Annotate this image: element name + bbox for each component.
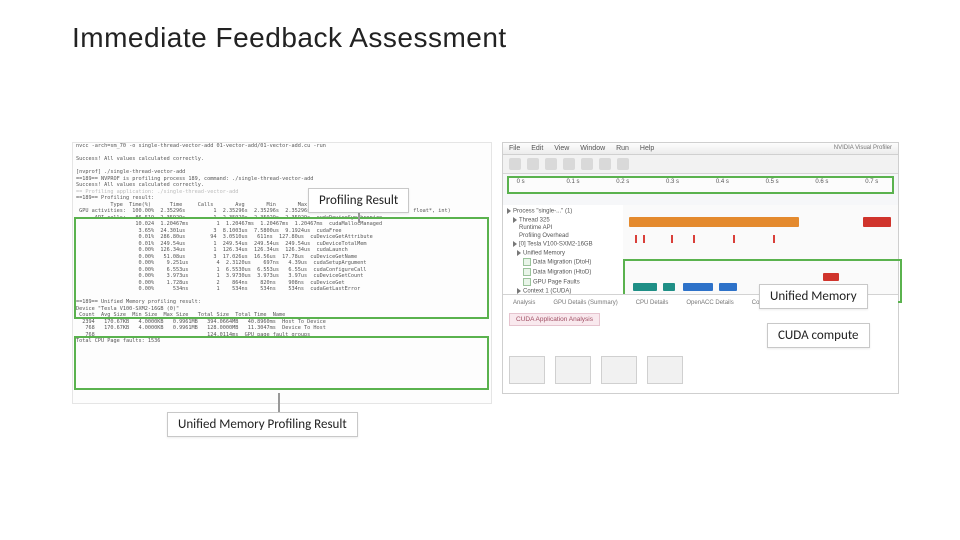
- callout-unified-memory: Unified Memory: [759, 284, 868, 309]
- toolbar-icon: [563, 158, 575, 170]
- bar-overhead: [863, 217, 891, 227]
- menu-item: Edit: [531, 145, 543, 152]
- visual-profiler-screenshot: NVIDIA Visual Profiler File Edit View Wi…: [502, 142, 899, 394]
- timeline-sidebar: Process "single-..." (1) Thread 325 Runt…: [503, 205, 630, 301]
- thumbnail-icon: [647, 356, 683, 384]
- timeline-ruler: 0 s 0.1 s 0.2 s 0.3 s 0.4 s 0.5 s 0.6 s …: [507, 176, 894, 194]
- toolbar-icon: [545, 158, 557, 170]
- thumbnail-icon: [601, 356, 637, 384]
- highlight-profiling: [74, 217, 489, 319]
- tick-mark: [635, 235, 637, 243]
- page-title: Immediate Feedback Assessment: [72, 22, 507, 54]
- toolbar-icon: [581, 158, 593, 170]
- callout-cuda-compute: CUDA compute: [767, 323, 870, 348]
- terminal-screenshot: nvcc -arch=sm_70 -o single-thread-vector…: [72, 142, 492, 404]
- toolbar-icon: [599, 158, 611, 170]
- callout-unified-profiling: Unified Memory Profiling Result: [167, 412, 358, 437]
- menu-item: Run: [616, 145, 629, 152]
- table-row: GPU activities: 100.00% 2.35296s 1 2.352…: [73, 208, 491, 215]
- callout-profiling: Profiling Result: [308, 188, 409, 213]
- toolbar-icon: [527, 158, 539, 170]
- menu-item: Help: [640, 145, 654, 152]
- bar-runtime: [629, 217, 799, 227]
- callout-connector: [278, 393, 280, 412]
- toolbar-icon: [509, 158, 521, 170]
- menu-item: View: [554, 145, 569, 152]
- thumbnail-icon: [509, 356, 545, 384]
- highlight-unified-mem: [74, 336, 489, 390]
- menu-item: Window: [580, 145, 605, 152]
- analysis-label: CUDA Application Analysis: [509, 313, 600, 326]
- toolbar-icon: [617, 158, 629, 170]
- thumbnail-icon: [555, 356, 591, 384]
- window-title: NVIDIA Visual Profiler: [828, 143, 898, 153]
- toolbar: [503, 155, 898, 174]
- menu-item: File: [509, 145, 520, 152]
